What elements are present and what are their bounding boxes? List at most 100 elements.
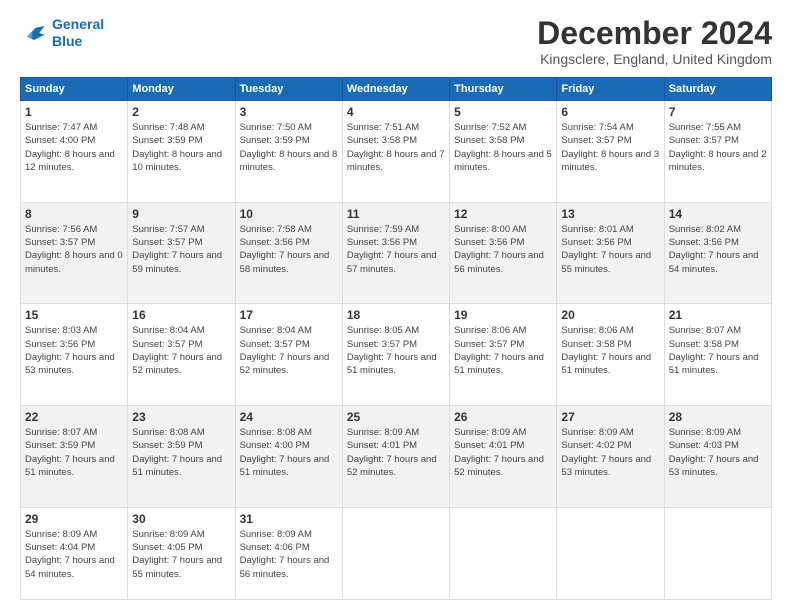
table-row: 27 Sunrise: 8:09 AM Sunset: 4:02 PM Dayl…: [557, 406, 664, 508]
sunrise-label: Sunrise: 8:08 AM: [132, 427, 204, 438]
day-info: Sunrise: 7:55 AM Sunset: 3:57 PM Dayligh…: [669, 121, 767, 174]
sunset-label: Sunset: 4:02 PM: [561, 440, 631, 451]
day-number: 19: [454, 308, 552, 322]
sunset-label: Sunset: 4:04 PM: [25, 542, 95, 553]
sunrise-label: Sunrise: 8:02 AM: [669, 224, 741, 235]
table-row: 23 Sunrise: 8:08 AM Sunset: 3:59 PM Dayl…: [128, 406, 235, 508]
sunrise-label: Sunrise: 8:08 AM: [240, 427, 312, 438]
day-info: Sunrise: 8:09 AM Sunset: 4:06 PM Dayligh…: [240, 528, 338, 581]
page: General Blue December 2024 Kingsclere, E…: [0, 0, 792, 612]
col-saturday: Saturday: [664, 78, 771, 101]
day-info: Sunrise: 8:08 AM Sunset: 3:59 PM Dayligh…: [132, 426, 230, 479]
sunset-label: Sunset: 3:57 PM: [132, 237, 202, 248]
sunrise-label: Sunrise: 8:09 AM: [25, 529, 97, 540]
sunset-label: Sunset: 3:56 PM: [669, 237, 739, 248]
day-number: 9: [132, 207, 230, 221]
logo: General Blue: [20, 16, 104, 50]
day-number: 27: [561, 410, 659, 424]
sunrise-label: Sunrise: 8:04 AM: [132, 325, 204, 336]
sunset-label: Sunset: 3:56 PM: [25, 339, 95, 350]
sunrise-label: Sunrise: 8:04 AM: [240, 325, 312, 336]
table-row: [342, 507, 449, 599]
sunset-label: Sunset: 3:59 PM: [132, 135, 202, 146]
sunrise-label: Sunrise: 7:47 AM: [25, 122, 97, 133]
sunrise-label: Sunrise: 7:52 AM: [454, 122, 526, 133]
table-row: [557, 507, 664, 599]
day-number: 14: [669, 207, 767, 221]
calendar-week-row: 8 Sunrise: 7:56 AM Sunset: 3:57 PM Dayli…: [21, 202, 772, 304]
day-info: Sunrise: 7:50 AM Sunset: 3:59 PM Dayligh…: [240, 121, 338, 174]
table-row: 5 Sunrise: 7:52 AM Sunset: 3:58 PM Dayli…: [450, 101, 557, 203]
daylight-label: Daylight: 7 hours and 53 minutes.: [669, 454, 759, 478]
daylight-label: Daylight: 7 hours and 54 minutes.: [669, 250, 759, 274]
sunset-label: Sunset: 3:59 PM: [132, 440, 202, 451]
daylight-label: Daylight: 7 hours and 52 minutes.: [454, 454, 544, 478]
day-number: 20: [561, 308, 659, 322]
sunset-label: Sunset: 4:01 PM: [347, 440, 417, 451]
main-title: December 2024: [537, 16, 772, 51]
day-number: 13: [561, 207, 659, 221]
daylight-label: Daylight: 7 hours and 53 minutes.: [561, 454, 651, 478]
sunrise-label: Sunrise: 7:59 AM: [347, 224, 419, 235]
sunset-label: Sunset: 3:57 PM: [561, 135, 631, 146]
day-number: 10: [240, 207, 338, 221]
table-row: 25 Sunrise: 8:09 AM Sunset: 4:01 PM Dayl…: [342, 406, 449, 508]
sunrise-label: Sunrise: 7:58 AM: [240, 224, 312, 235]
daylight-label: Daylight: 8 hours and 2 minutes.: [669, 149, 767, 173]
table-row: 20 Sunrise: 8:06 AM Sunset: 3:58 PM Dayl…: [557, 304, 664, 406]
sunrise-label: Sunrise: 8:09 AM: [347, 427, 419, 438]
daylight-label: Daylight: 7 hours and 52 minutes.: [240, 352, 330, 376]
sunrise-label: Sunrise: 8:09 AM: [454, 427, 526, 438]
table-row: 12 Sunrise: 8:00 AM Sunset: 3:56 PM Dayl…: [450, 202, 557, 304]
day-info: Sunrise: 8:04 AM Sunset: 3:57 PM Dayligh…: [132, 324, 230, 377]
day-info: Sunrise: 8:09 AM Sunset: 4:03 PM Dayligh…: [669, 426, 767, 479]
day-info: Sunrise: 8:06 AM Sunset: 3:57 PM Dayligh…: [454, 324, 552, 377]
sunset-label: Sunset: 4:05 PM: [132, 542, 202, 553]
daylight-label: Daylight: 7 hours and 51 minutes.: [240, 454, 330, 478]
daylight-label: Daylight: 7 hours and 51 minutes.: [669, 352, 759, 376]
day-info: Sunrise: 7:59 AM Sunset: 3:56 PM Dayligh…: [347, 223, 445, 276]
day-number: 7: [669, 105, 767, 119]
day-number: 3: [240, 105, 338, 119]
sunrise-label: Sunrise: 7:54 AM: [561, 122, 633, 133]
day-number: 25: [347, 410, 445, 424]
daylight-label: Daylight: 7 hours and 59 minutes.: [132, 250, 222, 274]
day-info: Sunrise: 7:54 AM Sunset: 3:57 PM Dayligh…: [561, 121, 659, 174]
day-number: 16: [132, 308, 230, 322]
day-number: 28: [669, 410, 767, 424]
sunrise-label: Sunrise: 8:07 AM: [669, 325, 741, 336]
sunset-label: Sunset: 3:57 PM: [25, 237, 95, 248]
sunset-label: Sunset: 3:57 PM: [132, 339, 202, 350]
table-row: 6 Sunrise: 7:54 AM Sunset: 3:57 PM Dayli…: [557, 101, 664, 203]
sunrise-label: Sunrise: 7:51 AM: [347, 122, 419, 133]
table-row: 16 Sunrise: 8:04 AM Sunset: 3:57 PM Dayl…: [128, 304, 235, 406]
sunrise-label: Sunrise: 8:09 AM: [132, 529, 204, 540]
table-row: 7 Sunrise: 7:55 AM Sunset: 3:57 PM Dayli…: [664, 101, 771, 203]
table-row: 21 Sunrise: 8:07 AM Sunset: 3:58 PM Dayl…: [664, 304, 771, 406]
sunrise-label: Sunrise: 8:03 AM: [25, 325, 97, 336]
day-number: 18: [347, 308, 445, 322]
sunrise-label: Sunrise: 7:57 AM: [132, 224, 204, 235]
sunset-label: Sunset: 3:56 PM: [240, 237, 310, 248]
day-info: Sunrise: 8:05 AM Sunset: 3:57 PM Dayligh…: [347, 324, 445, 377]
day-number: 11: [347, 207, 445, 221]
table-row: 31 Sunrise: 8:09 AM Sunset: 4:06 PM Dayl…: [235, 507, 342, 599]
sunrise-label: Sunrise: 8:07 AM: [25, 427, 97, 438]
sunset-label: Sunset: 4:00 PM: [25, 135, 95, 146]
day-number: 1: [25, 105, 123, 119]
day-number: 30: [132, 512, 230, 526]
calendar-week-row: 1 Sunrise: 7:47 AM Sunset: 4:00 PM Dayli…: [21, 101, 772, 203]
daylight-label: Daylight: 7 hours and 55 minutes.: [132, 555, 222, 579]
col-sunday: Sunday: [21, 78, 128, 101]
calendar-week-row: 22 Sunrise: 8:07 AM Sunset: 3:59 PM Dayl…: [21, 406, 772, 508]
daylight-label: Daylight: 8 hours and 5 minutes.: [454, 149, 552, 173]
col-friday: Friday: [557, 78, 664, 101]
col-tuesday: Tuesday: [235, 78, 342, 101]
table-row: 30 Sunrise: 8:09 AM Sunset: 4:05 PM Dayl…: [128, 507, 235, 599]
sunset-label: Sunset: 3:57 PM: [454, 339, 524, 350]
sunrise-label: Sunrise: 8:09 AM: [240, 529, 312, 540]
day-number: 26: [454, 410, 552, 424]
sunrise-label: Sunrise: 8:06 AM: [561, 325, 633, 336]
sunset-label: Sunset: 4:01 PM: [454, 440, 524, 451]
sunrise-label: Sunrise: 7:48 AM: [132, 122, 204, 133]
